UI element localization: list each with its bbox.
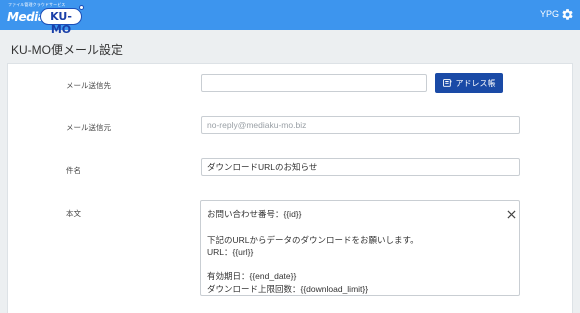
page-title: KU-MO便メール設定 [11,43,123,57]
logo-brand: KU-MO [50,10,72,36]
from-field: no-reply@mediaku-mo.biz [201,116,520,134]
media-kumo-logo[interactable]: ファイル管理クラウドサービス Media KU-MO [7,2,87,36]
subject-input[interactable]: ダウンロードURLのお知らせ [201,158,520,176]
gear-icon[interactable] [561,8,574,21]
subject-label: 件名 [66,166,81,175]
user-name[interactable]: YPG [540,9,559,19]
address-book-label: アドレス帳 [455,78,496,88]
address-book-icon [442,78,451,87]
address-book-button[interactable]: アドレス帳 [435,73,503,93]
body-line: 有効期日：{{end_date}} [207,271,297,281]
body-line: 下記のURLからデータのダウンロードをお願いします。 [207,235,419,245]
body-label: 本文 [66,209,81,218]
close-icon[interactable] [507,210,516,219]
body-line: URL：{{url}} [207,247,254,257]
body-line: ダウンロード上限回数：{{download_limit}} [207,284,369,294]
top-bar: ファイル管理クラウドサービス Media KU-MO YPG [0,0,580,36]
body-textarea[interactable]: お問い合わせ番号：{{id}} 下記のURLからデータのダウンロードをお願いしま… [200,200,520,296]
to-label: メール送信先 [66,81,111,90]
logo-dot [79,5,84,10]
from-label: メール送信元 [66,123,111,132]
body-line: お問い合わせ番号：{{id}} [207,209,302,219]
to-input[interactable] [201,74,427,92]
logo-brand-pill: KU-MO [40,8,82,36]
